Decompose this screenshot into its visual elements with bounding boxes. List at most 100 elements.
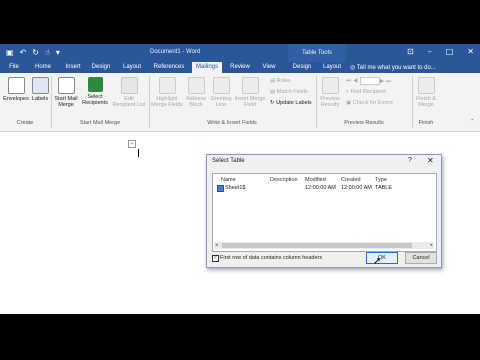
- table-icon: [217, 185, 224, 192]
- tab-layout[interactable]: Layout: [118, 62, 146, 73]
- customize-qat-icon[interactable]: ▾: [56, 48, 60, 57]
- greeting-line-button[interactable]: Greeting Line: [209, 77, 233, 108]
- tab-references[interactable]: References: [150, 62, 188, 73]
- minimize-icon[interactable]: –: [428, 47, 432, 56]
- tab-file[interactable]: File: [4, 62, 24, 73]
- group-finish-label: Finish: [418, 120, 434, 126]
- window-controls: ⊡ – □ ✕: [407, 47, 474, 56]
- update-labels-button[interactable]: ↻ Update Labels: [270, 100, 312, 106]
- tab-table-design[interactable]: Design: [288, 62, 316, 73]
- column-header-created[interactable]: Created: [341, 177, 361, 183]
- finish-icon: [417, 77, 435, 94]
- ribbon-mailings: Envelopes Labels Create Start Mail Merge…: [0, 73, 480, 132]
- last-record-icon[interactable]: ⏭: [386, 78, 393, 84]
- title-bar: ▣ ↶ ↻ ☝ ▾ Document1 - Word Table Tools ⊡…: [0, 44, 480, 62]
- check-icon: ▣: [346, 100, 352, 106]
- tab-view[interactable]: View: [258, 62, 280, 73]
- row-name: Sheet1$: [225, 185, 246, 191]
- address-icon: [187, 77, 205, 94]
- preview-results-button[interactable]: Preview Results: [318, 77, 342, 108]
- find-icon: ⌕: [346, 89, 350, 95]
- save-icon[interactable]: ▣: [6, 48, 14, 57]
- tab-insert[interactable]: Insert: [60, 62, 86, 73]
- cancel-button[interactable]: Cancel: [405, 252, 437, 264]
- ribbon-tabs: File Home Insert Design Layout Reference…: [0, 62, 480, 73]
- check-errors-button[interactable]: ▣ Check for Errors: [346, 100, 393, 106]
- lightbulb-icon: ◎: [350, 65, 356, 71]
- tab-table-layout[interactable]: Layout: [318, 62, 346, 73]
- column-header-type[interactable]: Type: [375, 177, 387, 183]
- tab-review[interactable]: Review: [226, 62, 254, 73]
- select-recipients-button[interactable]: Select Recipients: [81, 77, 109, 106]
- undo-icon[interactable]: ↶: [20, 48, 27, 57]
- greeting-icon: [212, 77, 230, 94]
- address-block-button[interactable]: Address Block: [185, 77, 207, 108]
- highlight-icon: [158, 77, 176, 94]
- group-preview-label: Preview Results: [344, 120, 384, 126]
- edit-list-icon: [120, 77, 138, 94]
- match-icon: ▤: [270, 89, 276, 95]
- match-fields-button[interactable]: ▤ Match Fields: [270, 89, 308, 95]
- document-title: Document1 - Word: [150, 49, 201, 55]
- rules-button[interactable]: ▤ Rules: [270, 78, 291, 84]
- group-start-label: Start Mail Merge: [79, 120, 121, 126]
- label-icon: [31, 77, 49, 94]
- redo-icon[interactable]: ↻: [32, 48, 39, 57]
- preview-icon: [321, 77, 339, 94]
- group-separator: [316, 76, 317, 128]
- group-separator: [51, 76, 52, 128]
- tab-mailings[interactable]: Mailings: [192, 62, 222, 73]
- collapse-ribbon-icon[interactable]: ⌃: [470, 119, 475, 125]
- scroll-thumb[interactable]: [222, 243, 412, 248]
- group-create-label: Create: [16, 120, 34, 126]
- envelope-icon: [7, 77, 25, 94]
- row-type: TABLE: [375, 185, 393, 191]
- record-number-input[interactable]: [359, 77, 380, 85]
- ok-button[interactable]: OK: [366, 252, 398, 264]
- touch-mode-icon[interactable]: ☝: [45, 48, 50, 57]
- highlight-merge-fields-button[interactable]: Highlight Merge Fields: [151, 77, 183, 108]
- envelopes-button[interactable]: Envelopes: [3, 77, 29, 102]
- insert-merge-field-button[interactable]: Insert Merge Field: [234, 77, 266, 108]
- insert-field-icon: [241, 77, 259, 94]
- context-title: Table Tools: [288, 44, 346, 62]
- column-header-name[interactable]: Name: [221, 177, 236, 183]
- table-row[interactable]: Sheet1$ 12:00:00 AM 12:00:00 AM TABLE: [213, 185, 413, 193]
- labels-button[interactable]: Labels: [31, 77, 49, 102]
- horizontal-scrollbar[interactable]: ◂ ▸: [214, 242, 434, 249]
- record-navigation[interactable]: ⏮◀ ▶⏭: [346, 77, 393, 85]
- first-row-headers-label: First row of data contains column header…: [220, 255, 323, 261]
- scroll-left-icon[interactable]: ◂: [215, 242, 218, 248]
- help-button[interactable]: ?: [408, 157, 412, 164]
- ribbon-display-icon[interactable]: ⊡: [407, 47, 414, 56]
- update-icon: ↻: [270, 100, 275, 106]
- prev-record-icon[interactable]: ◀: [353, 78, 360, 84]
- dialog-title: Select Table: [212, 158, 245, 164]
- rules-icon: ▤: [270, 78, 276, 84]
- mouse-pointer-icon: ➚: [373, 256, 382, 267]
- tell-me-search[interactable]: ◎ Tell me what you want to do...: [350, 64, 436, 71]
- edit-recipient-list-button[interactable]: Edit Recipient List: [111, 77, 147, 108]
- finish-merge-button[interactable]: Finish & Merge: [414, 77, 438, 108]
- close-icon[interactable]: ✕: [467, 47, 474, 56]
- text-cursor: [138, 149, 139, 157]
- row-modified: 12:00:00 AM: [305, 185, 336, 191]
- column-header-modified[interactable]: Modified: [305, 177, 326, 183]
- row-created: 12:00:00 AM: [341, 185, 372, 191]
- quick-access-toolbar: ▣ ↶ ↻ ☝ ▾: [6, 48, 60, 57]
- tab-home[interactable]: Home: [30, 62, 56, 73]
- table-move-handle-icon[interactable]: +: [128, 140, 136, 148]
- maximize-icon[interactable]: □: [446, 47, 454, 56]
- tab-design[interactable]: Design: [88, 62, 114, 73]
- document-merge-icon: [57, 77, 75, 94]
- group-separator: [149, 76, 150, 128]
- recipients-icon: [87, 77, 103, 92]
- first-row-headers-checkbox[interactable]: ✓: [212, 255, 219, 262]
- table-list[interactable]: Name Description Modified Created Type S…: [212, 173, 437, 252]
- scroll-right-icon[interactable]: ▸: [430, 242, 433, 248]
- first-record-icon[interactable]: ⏮: [346, 78, 353, 84]
- find-recipient-button[interactable]: ⌕ Find Recipient: [346, 89, 386, 96]
- column-header-description[interactable]: Description: [270, 177, 298, 183]
- start-mail-merge-button[interactable]: Start Mail Merge: [53, 77, 79, 108]
- close-icon[interactable]: ✕: [427, 156, 434, 165]
